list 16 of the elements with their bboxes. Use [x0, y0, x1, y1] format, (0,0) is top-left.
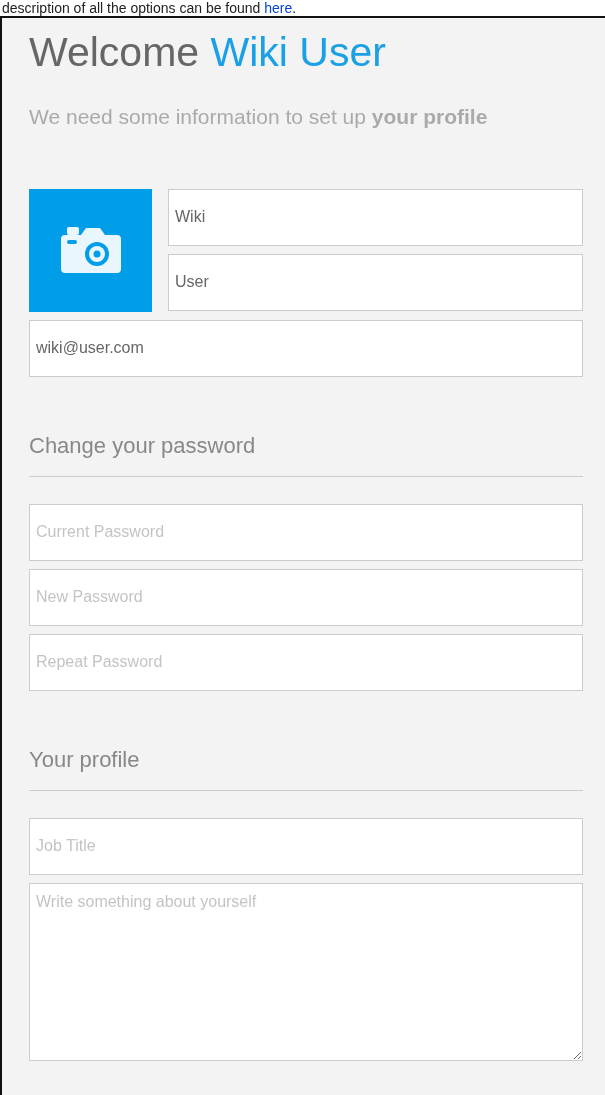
camera-icon	[60, 227, 121, 274]
input-field[interactable]: Repeat Password	[29, 633, 583, 691]
email-field[interactable]: wiki@user.com	[29, 319, 583, 377]
last-name-field[interactable]: User	[168, 253, 583, 311]
photo-upload-button[interactable]	[29, 188, 152, 312]
input-field[interactable]: Current Password	[29, 503, 583, 561]
subtitle-text: We need some information to set up your profile	[29, 104, 489, 131]
here-link[interactable]: here	[264, 0, 293, 16]
intro-sentence: description of all the options can be found here.	[2, 0, 297, 16]
input-field[interactable]: New Password	[29, 568, 583, 626]
input-field[interactable]: Job Title	[29, 817, 583, 875]
section-heading: Change your password	[29, 428, 583, 477]
section-heading: Your profile	[29, 742, 583, 791]
welcome-heading: Welcome Wiki User	[29, 28, 387, 77]
first-name-field[interactable]: Wiki	[168, 188, 583, 246]
text-area[interactable]: Write something about yourself	[29, 882, 583, 1061]
